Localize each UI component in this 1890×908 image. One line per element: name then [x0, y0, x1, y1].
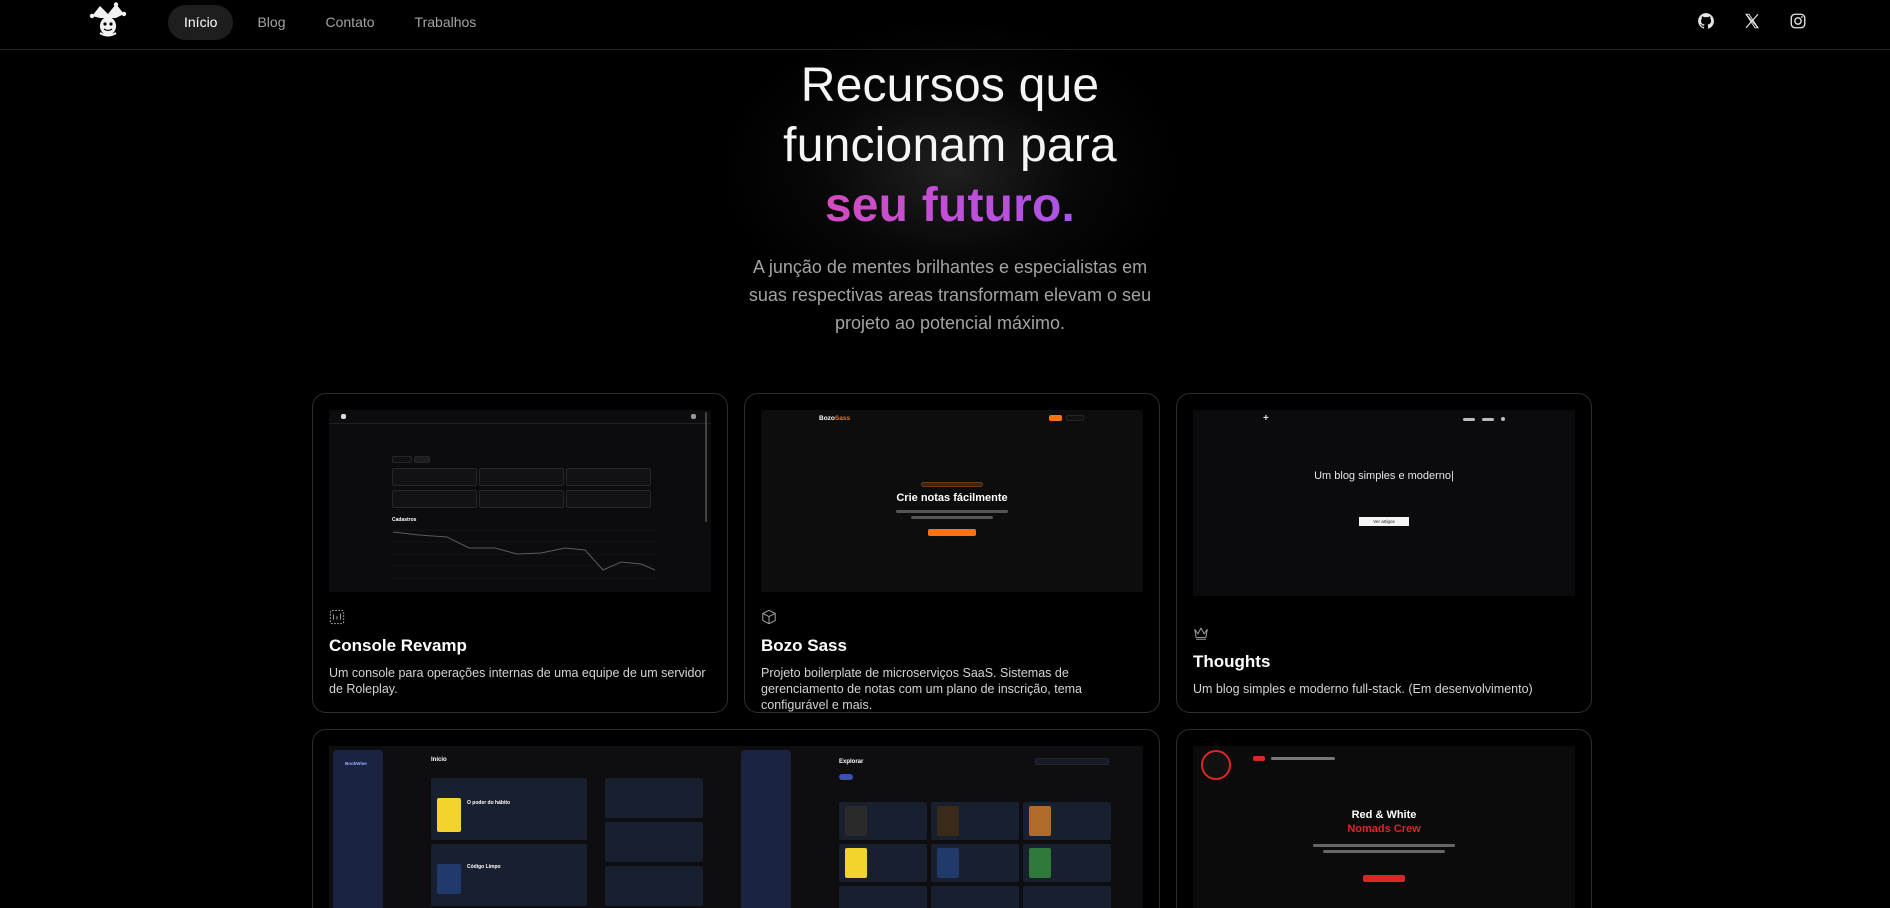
preview-brand: BozoSass	[819, 415, 850, 422]
preview-body-line	[911, 516, 993, 519]
crown-icon	[1193, 625, 1211, 643]
preview-heading-b: Nomads Crew	[1347, 823, 1421, 835]
nav-link-blog[interactable]: Blog	[241, 5, 301, 40]
card-title: Console Revamp	[329, 636, 467, 655]
preview-heading-a: Red & White	[1351, 809, 1417, 821]
preview-stat	[566, 490, 651, 508]
preview-line-chart	[392, 529, 656, 579]
preview-body-line	[1313, 844, 1455, 847]
preview-stat	[479, 468, 564, 486]
preview-book-cover	[845, 806, 867, 836]
card-description: Um blog simples e moderno full-stack. (E…	[1193, 682, 1533, 696]
thoughts-preview: + Um blog simples e moderno| Ver artigos	[1193, 410, 1575, 596]
preview-avatar	[691, 414, 696, 419]
preview-secondary-button	[1066, 415, 1084, 421]
preview-book-cover	[845, 848, 867, 878]
preview-book-cover	[937, 806, 959, 836]
preview-book-cover	[937, 848, 959, 878]
card-description: Projeto boilerplate de microserviços Saa…	[761, 666, 1083, 712]
project-card-red-white[interactable]: Red & White Nomads Crew	[1176, 729, 1592, 908]
preview-nav-item	[1482, 418, 1494, 421]
preview-sidebar	[741, 750, 791, 908]
preview-badge	[921, 482, 983, 487]
nav-link-contato[interactable]: Contato	[310, 5, 391, 40]
dashboard-icon	[329, 609, 347, 627]
hero-title-line-2: funcionam para	[783, 119, 1117, 172]
preview-crest-icon	[1201, 750, 1231, 780]
project-card-thoughts[interactable]: + Um blog simples e moderno| Ver artigos…	[1176, 393, 1592, 713]
preview-chip	[839, 774, 853, 780]
preview-book-title: Código Limpo	[467, 864, 501, 870]
preview-review	[605, 778, 703, 818]
preview-plus-icon: +	[1263, 413, 1269, 424]
preview-button: Ver artigos	[1359, 517, 1409, 526]
nav-link-inicio[interactable]: Início	[168, 5, 234, 40]
preview-cta-button	[1363, 875, 1405, 882]
preview-cta-button	[1049, 415, 1062, 421]
preview-book-cover	[1029, 848, 1051, 878]
preview-book-cover	[437, 864, 461, 894]
preview-book-cover	[1029, 806, 1051, 836]
preview-theme-icon	[1501, 417, 1505, 421]
jester-logo-icon[interactable]	[88, 2, 128, 38]
preview-brand-a: Bozo	[819, 415, 835, 422]
preview-tagline: Um blog simples e moderno|	[1314, 470, 1454, 482]
project-card-bozo-sass[interactable]: BozoSass Crie notas fácilmente Bozo Sass…	[744, 393, 1160, 713]
social-links	[1696, 11, 1808, 31]
preview-scrollbar	[705, 412, 707, 522]
preview-logo	[341, 414, 346, 419]
preview-brand-b: Sass	[834, 415, 851, 422]
preview-sidebar	[333, 750, 383, 908]
preview-grid-card	[839, 886, 927, 908]
preview-primary-button	[928, 529, 976, 536]
red-white-preview: Red & White Nomads Crew	[1193, 746, 1575, 908]
preview-topbar	[329, 410, 711, 424]
preview-tab	[414, 456, 430, 463]
preview-nav-item	[1463, 418, 1475, 421]
preview-section-b: Explorar	[839, 759, 864, 765]
hero-title-accent: seu futuro.	[645, 176, 1255, 236]
preview-tab	[392, 456, 412, 463]
preview-search	[1035, 758, 1109, 765]
hero-title: Recursos que funcionam para seu futuro.	[645, 56, 1255, 236]
console-revamp-preview: Cadastros	[329, 410, 711, 592]
preview-section-a: Início	[431, 757, 447, 763]
bozo-sass-preview: BozoSass Crie notas fácilmente	[761, 410, 1143, 592]
preview-stat	[392, 490, 477, 508]
bookwise-preview: BookWise Início O poder do hábito Código…	[329, 746, 1143, 908]
box-icon	[761, 609, 779, 627]
preview-body-line	[1323, 850, 1445, 853]
card-title: Thoughts	[1193, 652, 1271, 671]
project-card-console-revamp[interactable]: Cadastros Console Revamp Um console para…	[312, 393, 728, 713]
github-icon[interactable]	[1696, 11, 1716, 31]
preview-review	[605, 866, 703, 906]
preview-book-title: O poder do hábito	[467, 800, 511, 806]
card-description: Um console para operações internas de um…	[329, 666, 706, 696]
preview-body-line	[896, 510, 1008, 513]
nav-links: Início Blog Contato Trabalhos	[168, 5, 500, 40]
x-icon[interactable]	[1742, 11, 1762, 31]
card-title: Bozo Sass	[761, 636, 847, 655]
preview-stat	[479, 490, 564, 508]
nav-link-trabalhos[interactable]: Trabalhos	[399, 5, 493, 40]
project-card-bookwise[interactable]: BookWise Início O poder do hábito Código…	[312, 729, 1160, 908]
preview-stat	[566, 468, 651, 486]
preview-nav-items	[1271, 757, 1335, 760]
preview-heading: Crie notas fácilmente	[896, 492, 1008, 504]
preview-stat	[392, 468, 477, 486]
preview-nav-active	[1253, 756, 1265, 761]
hero-title-line-1: Recursos que	[800, 59, 1100, 112]
hero-subtitle: A junção de mentes brilhantes e especial…	[748, 257, 1152, 333]
preview-grid-card	[931, 886, 1019, 908]
instagram-icon[interactable]	[1788, 11, 1808, 31]
preview-brand: BookWise	[345, 761, 367, 766]
preview-grid-card	[1023, 886, 1111, 908]
preview-chart-title: Cadastros	[392, 517, 417, 523]
preview-review	[605, 822, 703, 862]
preview-book-cover	[437, 798, 461, 832]
